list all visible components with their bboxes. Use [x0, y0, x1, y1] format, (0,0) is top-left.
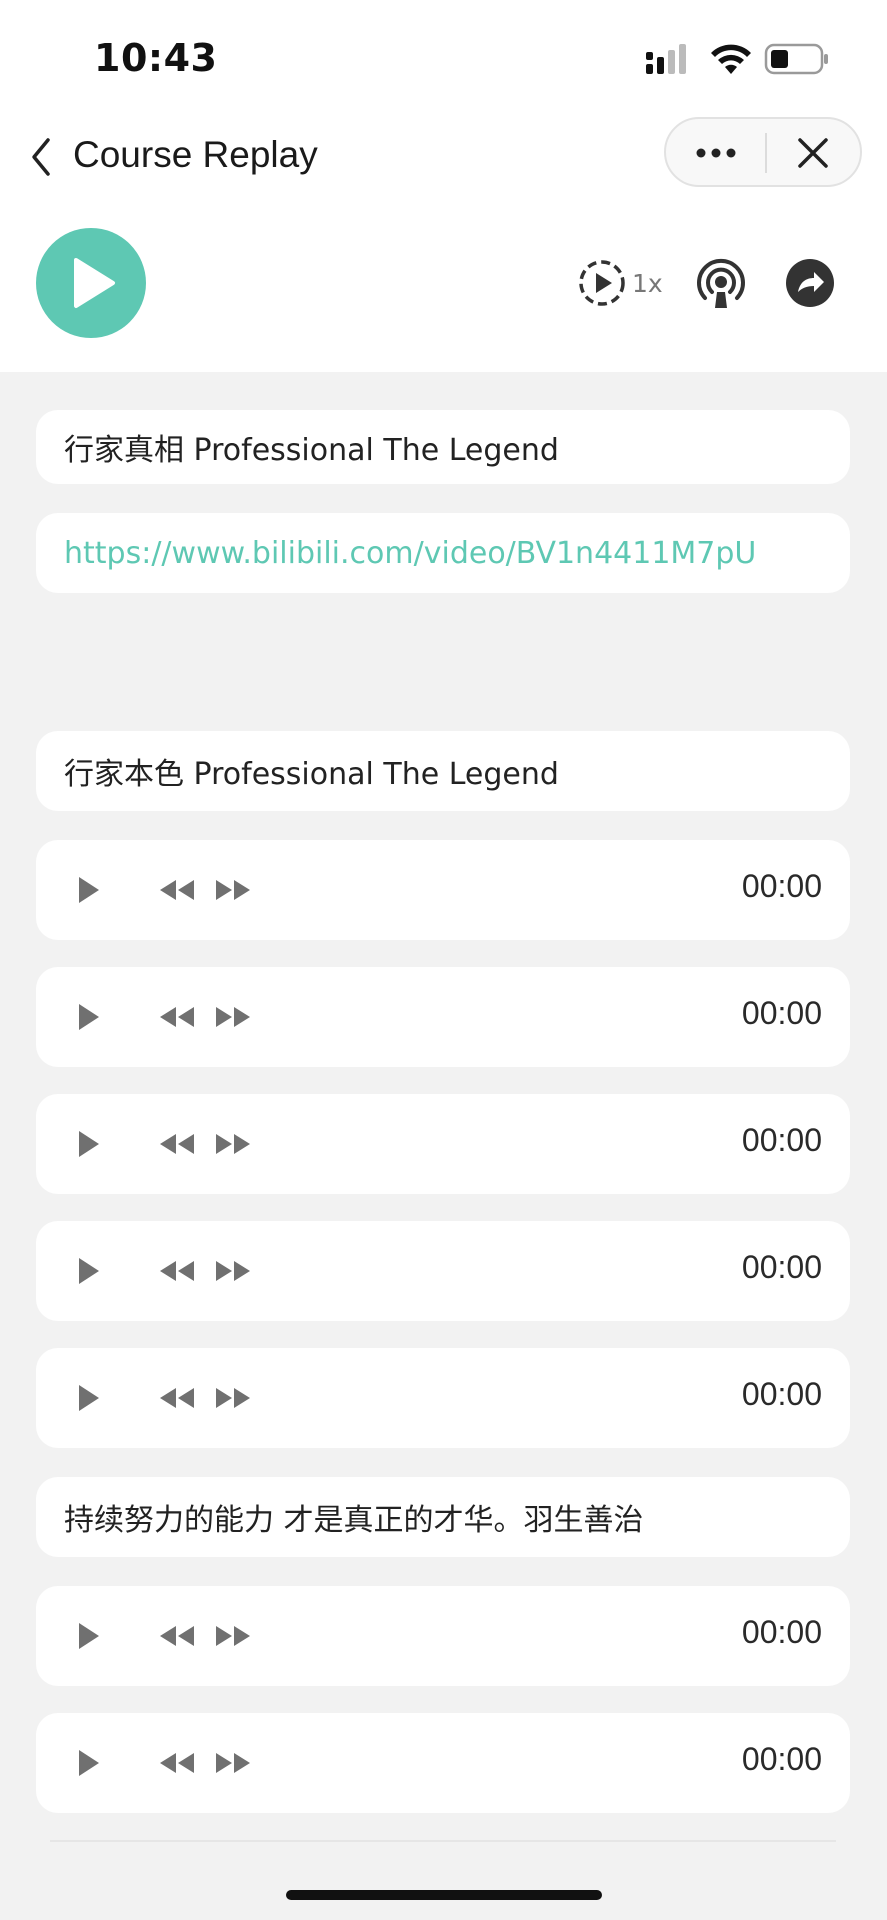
capsule-divider	[765, 133, 767, 173]
podcast-icon[interactable]	[693, 256, 749, 312]
audio-player-2: 00:00	[36, 967, 850, 1067]
audio-time: 00:00	[741, 868, 822, 904]
audio-time: 00:00	[741, 1122, 822, 1158]
status-time: 10:43	[94, 36, 218, 80]
fast-forward-icon[interactable]	[214, 1132, 252, 1156]
fast-forward-icon[interactable]	[214, 878, 252, 902]
audio-player-4: 00:00	[36, 1221, 850, 1321]
share-icon[interactable]	[785, 258, 835, 308]
play-icon[interactable]	[76, 1001, 102, 1033]
rewind-icon[interactable]	[158, 1132, 196, 1156]
rewind-icon[interactable]	[158, 1751, 196, 1775]
audio-player-3: 00:00	[36, 1094, 850, 1194]
divider	[50, 1840, 836, 1842]
play-icon[interactable]	[76, 1382, 102, 1414]
fast-forward-icon[interactable]	[214, 1005, 252, 1029]
title-text-1: 行家真相 Professional The Legend	[64, 433, 559, 468]
fast-forward-icon[interactable]	[214, 1259, 252, 1283]
video-link[interactable]: https://www.bilibili.com/video/BV1n4411M…	[64, 536, 756, 571]
page-title: Course Replay	[73, 134, 318, 175]
play-icon[interactable]	[76, 874, 102, 906]
rewind-icon[interactable]	[158, 1386, 196, 1410]
play-icon[interactable]	[76, 1620, 102, 1652]
fast-forward-icon[interactable]	[214, 1386, 252, 1410]
title-text-2: 行家本色 Professional The Legend	[64, 757, 559, 792]
audio-time: 00:00	[741, 1614, 822, 1650]
battery-icon	[764, 43, 828, 75]
title-card-2: 行家本色 Professional The Legend	[36, 731, 850, 811]
rewind-icon[interactable]	[158, 1624, 196, 1648]
title-card-1: 行家真相 Professional The Legend	[36, 410, 850, 484]
play-icon[interactable]	[76, 1128, 102, 1160]
play-icon[interactable]	[76, 1255, 102, 1287]
audio-player-7: 00:00	[36, 1713, 850, 1813]
signal-icon	[646, 44, 686, 74]
close-icon[interactable]	[794, 134, 832, 172]
audio-player-5: 00:00	[36, 1348, 850, 1448]
audio-time: 00:00	[741, 1249, 822, 1285]
link-card[interactable]: https://www.bilibili.com/video/BV1n4411M…	[36, 513, 850, 593]
main-play-button[interactable]	[36, 228, 146, 338]
more-icon[interactable]	[692, 135, 740, 171]
audio-player-6: 00:00	[36, 1586, 850, 1686]
play-icon	[74, 258, 115, 308]
audio-time: 00:00	[741, 1376, 822, 1412]
fast-forward-icon[interactable]	[214, 1751, 252, 1775]
rewind-icon[interactable]	[158, 878, 196, 902]
home-indicator[interactable]	[286, 1890, 602, 1900]
rewind-icon[interactable]	[158, 1005, 196, 1029]
quote-text: 持续努力的能力 才是真正的才华。羽生善治	[64, 1503, 644, 1538]
wifi-icon	[711, 44, 751, 74]
fast-forward-icon[interactable]	[214, 1624, 252, 1648]
header-area: 10:43 Course Replay 1x	[0, 0, 887, 372]
back-icon[interactable]	[24, 134, 60, 180]
speed-label[interactable]: 1x	[632, 269, 663, 298]
mini-program-capsule	[664, 117, 862, 187]
audio-time: 00:00	[741, 995, 822, 1031]
play-icon[interactable]	[76, 1747, 102, 1779]
rewind-icon[interactable]	[158, 1259, 196, 1283]
audio-time: 00:00	[741, 1741, 822, 1777]
audio-player-1: 00:00	[36, 840, 850, 940]
quote-card: 持续努力的能力 才是真正的才华。羽生善治	[36, 1477, 850, 1557]
